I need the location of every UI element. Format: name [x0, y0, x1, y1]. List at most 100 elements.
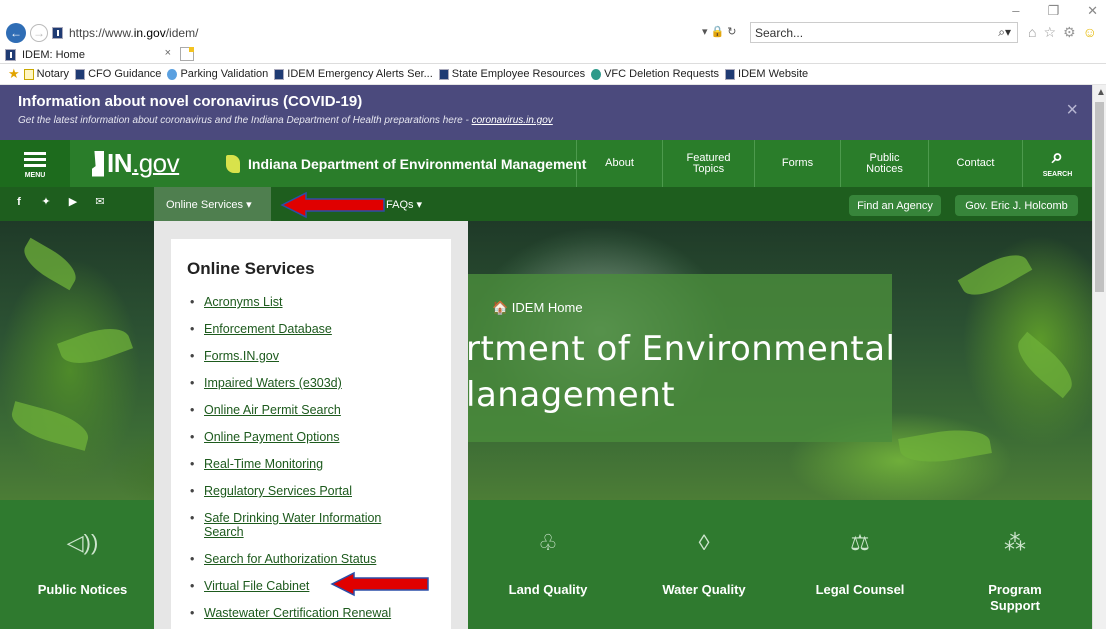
- search-placeholder: Search...: [755, 25, 804, 40]
- link-wastewater-certification-renewal[interactable]: Wastewater Certification Renewal: [204, 606, 391, 620]
- nav-public-notices[interactable]: Public Notices: [840, 140, 928, 187]
- favorite-idem-website[interactable]: IDEM Website: [725, 68, 808, 80]
- faqs-menu[interactable]: FAQs ▾: [386, 198, 422, 211]
- tile-legal-counsel[interactable]: ⚖ Legal Counsel: [782, 500, 938, 629]
- window-controls: – ❐ ✕: [1012, 3, 1098, 19]
- link-enforcement-database[interactable]: Enforcement Database: [204, 322, 332, 336]
- list-item: Safe Drinking Water Information Search: [187, 511, 451, 539]
- url-tools[interactable]: ▾🔒↻: [702, 25, 739, 38]
- forward-button[interactable]: →: [30, 24, 48, 42]
- tile-public-notices[interactable]: ◁)) Public Notices: [0, 500, 165, 629]
- page-icon: [725, 68, 736, 80]
- top-nav-items: About Featured Topics Forms Public Notic…: [576, 140, 1092, 187]
- favorites-star-icon[interactable]: ☆: [1043, 24, 1056, 41]
- web-page: Information about novel coronavirus (COV…: [0, 85, 1092, 629]
- tile-land-quality[interactable]: ♧ Land Quality: [470, 500, 626, 629]
- url-field[interactable]: https://www.in.gov/idem/: [52, 22, 746, 43]
- dropdown-title: Online Services: [187, 259, 315, 278]
- favorite-vfc-deletion-requests[interactable]: VFC Deletion Requests: [591, 68, 719, 80]
- online-services-dropdown: Online Services Acronyms List Enforcemen…: [154, 221, 468, 629]
- home-breadcrumb[interactable]: 🏠 IDEM Home: [492, 300, 583, 316]
- link-regulatory-services-portal[interactable]: Regulatory Services Portal: [204, 484, 352, 498]
- site-favicon-icon: [52, 26, 63, 39]
- tab-close-icon[interactable]: ×: [165, 47, 171, 59]
- indiana-state-icon: [92, 150, 104, 177]
- list-item: Enforcement Database: [187, 322, 451, 336]
- browser-search-input[interactable]: Search... ⌕▾: [750, 22, 1018, 43]
- list-item: Forms.IN.gov: [187, 349, 451, 363]
- scroll-thumb[interactable]: [1095, 102, 1104, 292]
- minimize-icon[interactable]: –: [1012, 3, 1019, 19]
- favorite-notary[interactable]: Notary: [23, 68, 69, 80]
- restore-icon[interactable]: ❐: [1047, 3, 1059, 19]
- search-icon: ⌕: [1051, 146, 1064, 168]
- tab-idem-home[interactable]: IDEM: Home ×: [5, 46, 175, 64]
- browser-address-bar: ← → https://www.in.gov/idem/ ▾🔒↻ Search.…: [0, 0, 1106, 44]
- hero-title-box: 🏠 IDEM Home rtment of Environmental lana…: [452, 274, 895, 442]
- settings-gear-icon[interactable]: ⚙: [1063, 24, 1076, 41]
- tab-title: IDEM: Home: [22, 49, 85, 61]
- network-icon: ⁂: [1004, 530, 1026, 555]
- link-search-authorization-status[interactable]: Search for Authorization Status: [204, 552, 376, 566]
- back-button[interactable]: ←: [6, 23, 26, 43]
- sharepoint-icon: [591, 68, 602, 80]
- tile-water-quality[interactable]: ◊ Water Quality: [626, 500, 782, 629]
- water-drop-icon: ◊: [698, 530, 710, 555]
- nav-contact[interactable]: Contact: [928, 140, 1022, 187]
- link-virtual-file-cabinet[interactable]: Virtual File Cabinet: [204, 579, 309, 593]
- tab-bar: IDEM: Home ×: [0, 44, 1106, 64]
- sprout-icon: ♧: [538, 530, 558, 555]
- covid-banner-subtitle: Get the latest information about coronav…: [18, 115, 553, 126]
- link-real-time-monitoring[interactable]: Real-Time Monitoring: [204, 457, 323, 471]
- coronavirus-link[interactable]: coronavirus.in.gov: [472, 115, 553, 126]
- favorite-cfo-guidance[interactable]: CFO Guidance: [75, 68, 161, 80]
- url-prefix: https://www.: [69, 25, 134, 40]
- list-item: Impaired Waters (e303d): [187, 376, 451, 390]
- link-impaired-waters[interactable]: Impaired Waters (e303d): [204, 376, 342, 390]
- hamburger-icon: [24, 149, 46, 170]
- link-online-air-permit-search[interactable]: Online Air Permit Search: [204, 403, 341, 417]
- link-online-payment-options[interactable]: Online Payment Options: [204, 430, 340, 444]
- idem-leaf-logo-icon: [226, 154, 240, 173]
- youtube-icon[interactable]: ▶: [68, 197, 78, 208]
- online-services-menu[interactable]: Online Services ▾: [154, 187, 271, 221]
- smiley-feedback-icon[interactable]: ☺: [1083, 24, 1097, 41]
- nav-about[interactable]: About: [576, 140, 662, 187]
- governor-button[interactable]: Gov. Eric J. Holcomb: [955, 195, 1078, 216]
- favorites-star-icon[interactable]: ★: [8, 66, 20, 82]
- agency-title[interactable]: Indiana Department of Environmental Mana…: [226, 140, 586, 187]
- nav-featured-topics[interactable]: Featured Topics: [662, 140, 754, 187]
- covid-banner: Information about novel coronavirus (COV…: [0, 85, 1092, 140]
- link-acronyms-list[interactable]: Acronyms List: [204, 295, 283, 309]
- covid-banner-title: Information about novel coronavirus (COV…: [18, 93, 363, 110]
- search-icon[interactable]: ⌕▾: [998, 25, 1011, 40]
- home-icon[interactable]: ⌂: [1028, 24, 1036, 41]
- url-domain: in.gov: [133, 25, 166, 40]
- email-icon[interactable]: ✉: [95, 197, 105, 208]
- close-window-icon[interactable]: ✕: [1087, 3, 1098, 19]
- find-agency-button[interactable]: Find an Agency: [849, 195, 941, 216]
- link-forms-in-gov[interactable]: Forms.IN.gov: [204, 349, 279, 363]
- favorite-parking-validation[interactable]: Parking Validation: [167, 68, 268, 80]
- page-scrollbar[interactable]: ▲: [1092, 85, 1106, 629]
- url-path: /idem/: [165, 25, 199, 40]
- link-safe-drinking-water-search[interactable]: Safe Drinking Water Information Search: [204, 511, 404, 539]
- favorite-state-employee-resources[interactable]: State Employee Resources: [438, 68, 585, 80]
- social-links: f ✦ ▶ ✉: [14, 197, 105, 208]
- web-icon: [167, 68, 178, 80]
- page-icon: [75, 68, 86, 80]
- red-arrow-online-services-icon: [280, 191, 385, 219]
- twitter-icon[interactable]: ✦: [41, 197, 51, 208]
- ingov-logo[interactable]: IN .gov: [92, 148, 180, 179]
- browser-toolbar-icons: ⌂ ☆ ⚙ ☺: [1028, 24, 1097, 41]
- covid-banner-close-icon[interactable]: ×: [1066, 99, 1078, 122]
- menu-button[interactable]: MENU: [0, 140, 70, 187]
- facebook-icon[interactable]: f: [14, 197, 24, 208]
- favorite-idem-emergency-alerts[interactable]: IDEM Emergency Alerts Ser...: [274, 68, 433, 80]
- nav-forms[interactable]: Forms: [754, 140, 840, 187]
- nav-search-button[interactable]: ⌕ SEARCH: [1022, 140, 1092, 187]
- speaker-icon: ◁)): [66, 530, 99, 555]
- tile-program-support[interactable]: ⁂ Program Support: [970, 500, 1060, 629]
- new-tab-button[interactable]: [180, 47, 194, 61]
- scroll-up-icon[interactable]: ▲: [1096, 87, 1106, 98]
